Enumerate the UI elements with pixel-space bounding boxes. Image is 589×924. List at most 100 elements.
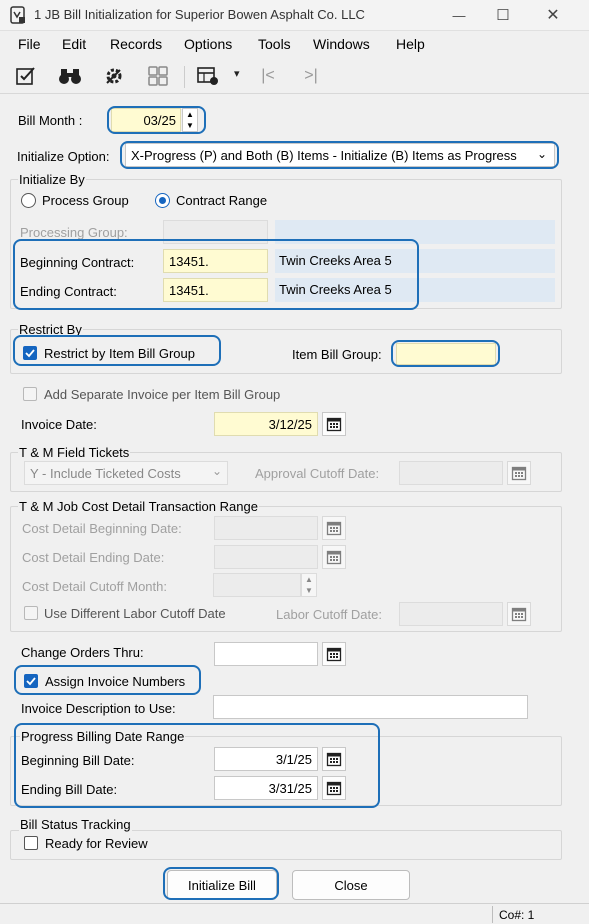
grid-icon[interactable] xyxy=(195,63,221,89)
calendar-icon xyxy=(326,417,342,432)
spinner-up-icon: ▲ xyxy=(186,110,194,119)
maximize-icon: ☐ xyxy=(496,7,510,24)
invoice-date-label: Invoice Date: xyxy=(21,417,97,432)
maximize-button[interactable]: ☐ xyxy=(490,4,516,26)
process-group-radio[interactable] xyxy=(21,193,36,208)
contract-range-label: Contract Range xyxy=(176,193,268,208)
initialize-option-select[interactable]: X-Progress (P) and Both (B) Items - Init… xyxy=(125,143,555,167)
menu-windows[interactable]: Windows xyxy=(313,36,370,52)
invoice-date-input[interactable]: 3/12/25 xyxy=(214,412,318,436)
close-icon: ✕ xyxy=(546,7,560,24)
company-number: Co#: 1 xyxy=(499,908,535,922)
calendar-icon xyxy=(511,607,527,622)
calendar-icon xyxy=(511,466,527,481)
scrollbar[interactable] xyxy=(569,95,589,903)
labor-cutoff-input[interactable] xyxy=(399,602,503,626)
menu-records[interactable]: Records xyxy=(110,36,162,52)
close-window-button[interactable]: ✕ xyxy=(540,4,566,26)
checkmark-icon xyxy=(26,677,36,686)
title-bar: 1 JB Bill Initialization for Superior Bo… xyxy=(0,0,589,31)
binoculars-icon[interactable] xyxy=(57,63,83,89)
menu-tools[interactable]: Tools xyxy=(258,36,291,52)
processing-group-label: Processing Group: xyxy=(20,225,128,240)
calendar-icon xyxy=(326,647,342,662)
tm-job-cost-title: T & M Job Cost Detail Transaction Range xyxy=(18,499,259,514)
beginning-contract-desc: Twin Creeks Area 5 xyxy=(275,249,555,273)
menu-options[interactable]: Options xyxy=(184,36,232,52)
beginning-bill-date-calendar-button[interactable] xyxy=(322,747,346,771)
change-orders-calendar-button[interactable] xyxy=(322,642,346,666)
labor-cutoff-calendar-button[interactable] xyxy=(507,602,531,626)
bill-month-input[interactable]: 03/25 xyxy=(111,108,181,132)
checkmark-icon xyxy=(25,349,35,358)
tm-field-tickets-title: T & M Field Tickets xyxy=(18,445,131,460)
beginning-bill-date-input[interactable]: 3/1/25 xyxy=(214,747,318,771)
invoice-date-calendar-button[interactable] xyxy=(322,412,346,436)
calculator-icon[interactable] xyxy=(145,63,171,89)
menu-edit[interactable]: Edit xyxy=(62,36,86,52)
menu-help[interactable]: Help xyxy=(396,36,425,52)
process-group-label: Process Group xyxy=(42,193,129,208)
ending-contract-desc: Twin Creeks Area 5 xyxy=(275,278,555,302)
cost-detail-ending-calendar-button[interactable] xyxy=(322,545,346,569)
processing-group-desc xyxy=(275,220,555,244)
edit-icon[interactable] xyxy=(13,63,39,89)
first-record-icon[interactable]: |< xyxy=(255,63,281,89)
bill-initialization-form: Bill Month : 03/25 ▲ ▼ Initialize Option… xyxy=(0,95,569,924)
calendar-icon xyxy=(326,781,342,796)
bill-month-label: Bill Month : xyxy=(18,113,83,128)
chevron-down-icon: ⌄ xyxy=(212,464,223,478)
add-separate-invoice-label: Add Separate Invoice per Item Bill Group xyxy=(44,387,281,402)
close-button[interactable]: Close xyxy=(292,870,410,900)
use-different-labor-checkbox[interactable] xyxy=(24,606,38,620)
spinner-up-icon: ▲ xyxy=(305,575,313,584)
use-different-labor-label: Use Different Labor Cutoff Date xyxy=(44,606,226,621)
calendar-icon xyxy=(326,550,342,565)
processing-group-input[interactable] xyxy=(163,220,268,244)
chevron-down-icon[interactable]: ▾ xyxy=(234,67,240,80)
invoice-description-input[interactable] xyxy=(213,695,528,719)
add-separate-invoice-checkbox[interactable] xyxy=(23,387,37,401)
app-icon xyxy=(10,6,25,24)
initialize-bill-button[interactable]: Initialize Bill xyxy=(167,870,277,900)
cost-detail-ending-label: Cost Detail Ending Date: xyxy=(22,550,165,565)
initialize-by-title: Initialize By xyxy=(18,172,86,187)
beginning-contract-input[interactable]: 13451. xyxy=(163,249,268,273)
cost-detail-cutoff-month-spinner[interactable]: ▲ ▼ xyxy=(301,573,317,597)
window-title: 1 JB Bill Initialization for Superior Bo… xyxy=(34,7,365,22)
change-orders-label: Change Orders Thru: xyxy=(21,645,144,660)
change-orders-input[interactable] xyxy=(214,642,318,666)
status-divider xyxy=(492,906,493,923)
ready-for-review-checkbox[interactable] xyxy=(24,836,38,850)
cost-detail-cutoff-month-input[interactable] xyxy=(213,573,301,597)
contract-range-radio[interactable] xyxy=(155,193,170,208)
initialize-option-label: Initialize Option: xyxy=(17,149,110,164)
restrict-item-bill-group-label: Restrict by Item Bill Group xyxy=(44,346,195,361)
approval-cutoff-input[interactable] xyxy=(399,461,503,485)
last-record-icon[interactable]: >| xyxy=(298,63,324,89)
cost-detail-beginning-calendar-button[interactable] xyxy=(322,516,346,540)
approval-cutoff-calendar-button[interactable] xyxy=(507,461,531,485)
cost-detail-beginning-input[interactable] xyxy=(214,516,318,540)
ending-contract-label: Ending Contract: xyxy=(20,284,117,299)
settings-icon[interactable] xyxy=(101,63,127,89)
bill-month-spinner[interactable]: ▲ ▼ xyxy=(182,108,198,132)
calendar-icon xyxy=(326,521,342,536)
restrict-item-bill-group-checkbox[interactable] xyxy=(23,346,37,360)
tm-field-tickets-select[interactable]: Y - Include Ticketed Costs xyxy=(24,461,228,485)
cost-detail-ending-input[interactable] xyxy=(214,545,318,569)
chevron-down-icon: ⌄ xyxy=(537,147,548,161)
spinner-down-icon: ▼ xyxy=(186,121,194,130)
status-bar: Co#: 1 xyxy=(0,903,589,924)
assign-invoice-numbers-checkbox[interactable] xyxy=(24,674,38,688)
cost-detail-cutoff-month-label: Cost Detail Cutoff Month: xyxy=(22,579,167,594)
ending-contract-input[interactable]: 13451. xyxy=(163,278,268,302)
item-bill-group-input[interactable] xyxy=(396,343,496,365)
menu-file[interactable]: File xyxy=(18,36,41,52)
minimize-button[interactable]: — xyxy=(446,4,472,26)
ending-bill-date-input[interactable]: 3/31/25 xyxy=(214,776,318,800)
minimize-icon: — xyxy=(452,7,466,23)
beginning-contract-label: Beginning Contract: xyxy=(20,255,135,270)
ending-bill-date-label: Ending Bill Date: xyxy=(21,782,118,797)
ending-bill-date-calendar-button[interactable] xyxy=(322,776,346,800)
